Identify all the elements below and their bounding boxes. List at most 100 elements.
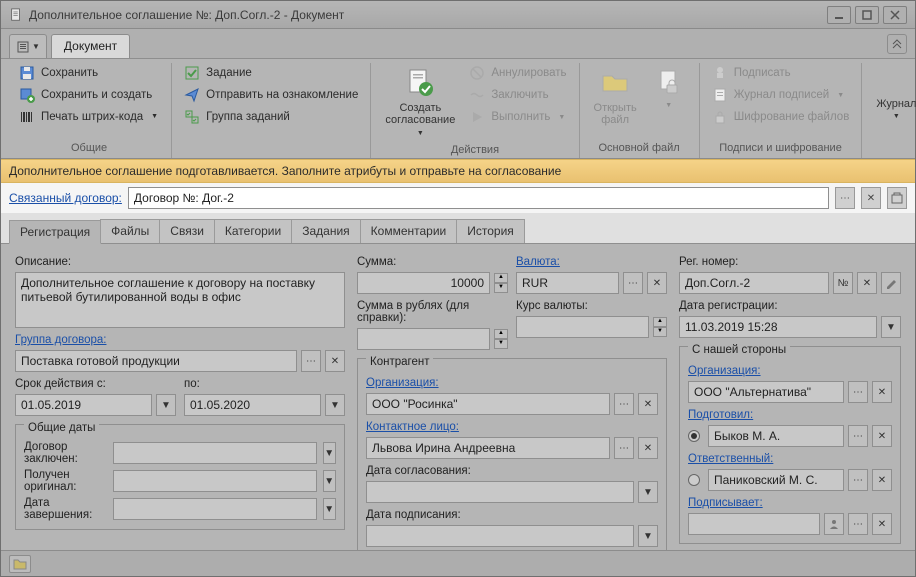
clear-button[interactable]: ✕ — [638, 393, 658, 415]
prepared-input[interactable] — [708, 425, 844, 447]
sign-date-input[interactable] — [366, 525, 634, 547]
valid-to-input[interactable] — [184, 394, 321, 416]
maximize-button[interactable] — [855, 6, 879, 24]
pick-button[interactable]: ⋯ — [848, 513, 868, 535]
contract-group-input[interactable] — [15, 350, 297, 372]
status-folder-button[interactable] — [9, 555, 31, 573]
contact-label[interactable]: Контактное лицо: — [366, 419, 658, 433]
ribbon-collapse-button[interactable] — [887, 34, 907, 54]
reg-no-edit-button[interactable] — [881, 272, 901, 294]
rate-input[interactable] — [516, 316, 649, 338]
sum-input[interactable] — [357, 272, 490, 294]
prepared-label[interactable]: Подготовил: — [688, 407, 892, 421]
organization-input[interactable] — [366, 393, 610, 415]
date-dropdown-button[interactable]: ▼ — [325, 394, 345, 416]
signer-input[interactable] — [688, 513, 820, 535]
main-menu-button[interactable]: ▼ — [9, 34, 47, 58]
save-and-create-button[interactable]: Сохранить и создать — [15, 85, 163, 105]
date-dropdown-button[interactable]: ▼ — [323, 470, 336, 492]
minimize-button[interactable] — [827, 6, 851, 24]
signer-extra-button[interactable] — [824, 513, 844, 535]
clear-button[interactable]: ✕ — [638, 437, 658, 459]
clear-button[interactable]: ✕ — [872, 513, 892, 535]
tab-document[interactable]: Документ — [51, 34, 130, 58]
clear-button[interactable]: ✕ — [872, 425, 892, 447]
our-org-label[interactable]: Организация: — [688, 363, 892, 377]
sign-log-button[interactable]: Журнал подписей▼ — [708, 85, 854, 105]
date-dropdown-button[interactable]: ▼ — [323, 442, 336, 464]
file-extra-button[interactable]: ▼ — [647, 63, 691, 140]
prepared-radio[interactable] — [688, 430, 700, 442]
approval-date-input[interactable] — [366, 481, 634, 503]
journal-button[interactable]: Журнал ▼ — [870, 63, 916, 140]
linked-contract-input[interactable] — [128, 187, 829, 209]
contact-input[interactable] — [366, 437, 610, 459]
description-input[interactable] — [15, 272, 345, 328]
responsible-radio[interactable] — [688, 474, 700, 486]
execute-button[interactable]: Выполнить▼ — [465, 107, 570, 127]
pick-button[interactable]: ⋯ — [301, 350, 321, 372]
ribbon-group-label: Общие — [15, 140, 163, 156]
contract-group-label[interactable]: Группа договора: — [15, 332, 345, 346]
linked-open-button[interactable] — [887, 187, 907, 209]
reg-no-clear-button[interactable]: ✕ — [857, 272, 877, 294]
print-barcode-button[interactable]: Печать штрих-кода▼ — [15, 107, 163, 127]
clear-button[interactable]: ✕ — [647, 272, 667, 294]
tab-comments[interactable]: Комментарии — [360, 219, 458, 243]
linked-clear-button[interactable]: ✕ — [861, 187, 881, 209]
save-button[interactable]: Сохранить — [15, 63, 163, 83]
date-dropdown-button[interactable]: ▼ — [638, 481, 658, 503]
date-dropdown-button[interactable]: ▼ — [881, 316, 901, 338]
reg-date-input[interactable] — [679, 316, 877, 338]
responsible-label[interactable]: Ответственный: — [688, 451, 892, 465]
annul-button[interactable]: Аннулировать — [465, 63, 570, 83]
linked-pick-button[interactable]: ⋯ — [835, 187, 855, 209]
concluded-input[interactable] — [113, 442, 317, 464]
task-button[interactable]: Задание — [180, 63, 362, 83]
sum-spinner[interactable]: ▲▼ — [494, 273, 508, 293]
sum-rub-input[interactable] — [357, 328, 490, 350]
pick-button[interactable]: ⋯ — [848, 381, 868, 403]
linked-contract-label[interactable]: Связанный договор: — [9, 191, 122, 205]
clear-button[interactable]: ✕ — [872, 469, 892, 491]
open-file-button[interactable]: Открытьфайл — [588, 63, 643, 140]
sum-rub-spinner[interactable]: ▲▼ — [494, 329, 508, 349]
tab-files[interactable]: Файлы — [100, 219, 160, 243]
clear-button[interactable]: ✕ — [872, 381, 892, 403]
sign-button[interactable]: Подписать — [708, 63, 854, 83]
signer-label[interactable]: Подписывает: — [688, 495, 892, 509]
chevron-down-icon: ▼ — [151, 113, 159, 121]
reg-no-gen-button[interactable]: № — [833, 272, 853, 294]
pick-button[interactable]: ⋯ — [848, 425, 868, 447]
pick-button[interactable]: ⋯ — [623, 272, 643, 294]
completion-date-input[interactable] — [113, 498, 317, 520]
encrypt-button[interactable]: Шифрование файлов — [708, 107, 854, 127]
date-dropdown-button[interactable]: ▼ — [156, 394, 176, 416]
pick-button[interactable]: ⋯ — [614, 437, 634, 459]
our-org-input[interactable] — [688, 381, 844, 403]
tab-links[interactable]: Связи — [159, 219, 215, 243]
tab-categories[interactable]: Категории — [214, 219, 292, 243]
pick-button[interactable]: ⋯ — [848, 469, 868, 491]
responsible-input[interactable] — [708, 469, 844, 491]
conclude-button[interactable]: Заключить — [465, 85, 570, 105]
tab-registration[interactable]: Регистрация — [9, 220, 101, 244]
create-approval-button[interactable]: Создатьсогласование ▼ — [379, 63, 461, 142]
currency-input[interactable] — [516, 272, 619, 294]
valid-from-input[interactable] — [15, 394, 152, 416]
tab-tasks[interactable]: Задания — [291, 219, 360, 243]
original-received-input[interactable] — [113, 470, 317, 492]
form-body: Описание: Группа договора: ⋯ ✕ Срок дейс… — [1, 244, 915, 550]
date-dropdown-button[interactable]: ▼ — [323, 498, 336, 520]
task-group-button[interactable]: Группа заданий — [180, 107, 362, 127]
date-dropdown-button[interactable]: ▼ — [638, 525, 658, 547]
organization-label[interactable]: Организация: — [366, 375, 658, 389]
reg-no-input[interactable] — [679, 272, 829, 294]
pick-button[interactable]: ⋯ — [614, 393, 634, 415]
clear-button[interactable]: ✕ — [325, 350, 345, 372]
close-button[interactable] — [883, 6, 907, 24]
rate-spinner[interactable]: ▲▼ — [653, 317, 667, 337]
currency-label[interactable]: Валюта: — [516, 254, 667, 268]
send-review-button[interactable]: Отправить на ознакомление — [180, 85, 362, 105]
tab-history[interactable]: История — [456, 219, 525, 243]
